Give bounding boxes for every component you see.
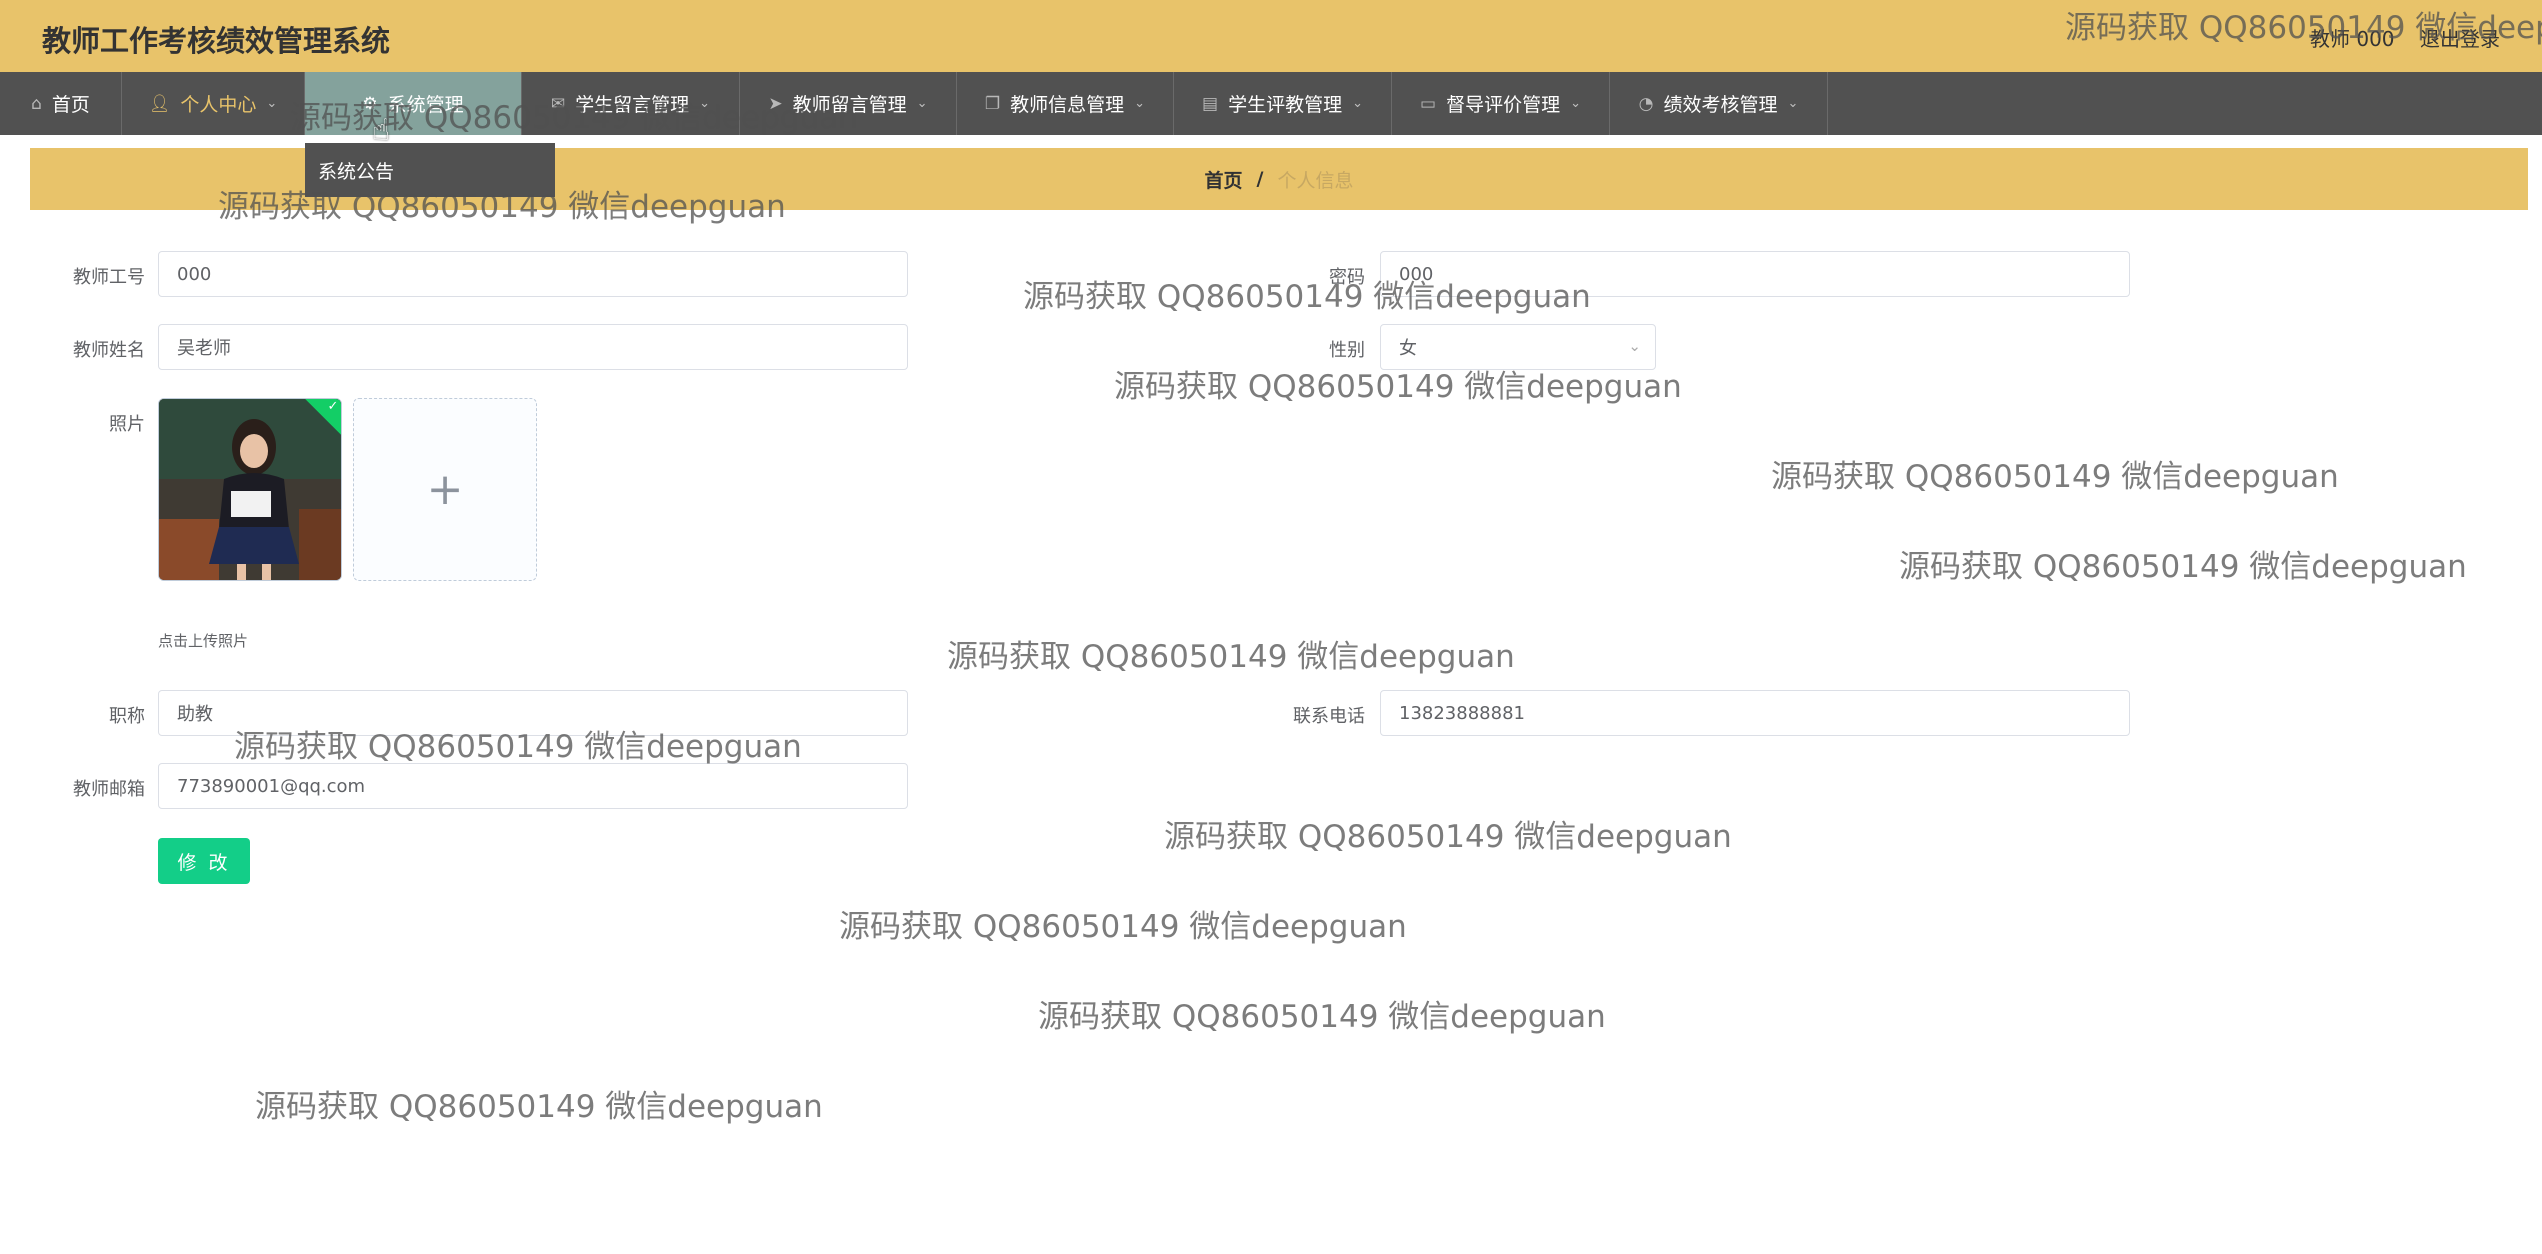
job-title-label: 职称 [109, 706, 145, 727]
nav-teacher-messages[interactable]: ➤ 教师留言管理 ⌄ [740, 72, 957, 135]
photo-upload-tip: 点击上传照片 [158, 632, 249, 650]
teacher-name-input[interactable]: 吴老师 [158, 324, 908, 370]
chevron-down-icon: ⌄ [1352, 96, 1363, 111]
nav-home-label: 首页 [51, 94, 90, 116]
password-label: 密码 [1329, 267, 1365, 288]
chevron-down-icon: ⌄ [266, 96, 278, 111]
nav-student-evaluation-label: 学生评教管理 [1228, 94, 1343, 116]
teacher-photo[interactable]: ✓ [158, 398, 342, 581]
app-title: 教师工作考核绩效管理系统 [42, 24, 391, 58]
clipboard-icon: ▤ [1202, 93, 1219, 114]
chevron-down-icon: ⌄ [916, 96, 928, 111]
nav-student-messages[interactable]: ✉ 学生留言管理 ⌄ [522, 72, 740, 135]
job-title-input[interactable]: 助教 [158, 690, 908, 736]
chevron-down-icon: ⌄ [1134, 96, 1146, 111]
gender-select-value: 女 [1399, 338, 1417, 359]
breadcrumb-home[interactable]: 首页 [1205, 166, 1243, 193]
nav-system-management-label: 系统管理 [387, 94, 464, 116]
password-input[interactable]: 000 [1380, 251, 2130, 297]
copy-icon: ❐ [984, 93, 1001, 114]
breadcrumb-separator: / [1256, 168, 1264, 190]
nav-supervisor-evaluation[interactable]: ▭ 督导评价管理 ⌄ [1392, 72, 1610, 135]
gear-icon: ⚙ [362, 93, 378, 114]
message-icon: ✉ [550, 93, 566, 114]
gender-label: 性别 [1329, 340, 1365, 361]
teacher-id-input[interactable]: 000 [158, 251, 908, 297]
nav-performance-assessment-label: 绩效考核管理 [1663, 94, 1778, 116]
gauge-icon: ◔ [1638, 93, 1654, 114]
phone-input[interactable]: 13823888881 [1380, 690, 2130, 736]
phone-label: 联系电话 [1293, 706, 1365, 727]
chevron-down-icon: ⌄ [699, 96, 711, 111]
nav-supervisor-evaluation-label: 督导评价管理 [1446, 94, 1561, 116]
send-icon: ➤ [768, 93, 783, 114]
nav-teacher-info-label: 教师信息管理 [1010, 94, 1125, 116]
nav-system-management[interactable]: ⚙ 系统管理 [305, 72, 522, 135]
mouse-cursor-icon: ☝ [372, 113, 391, 148]
dropdown-item-system-notice[interactable]: 系统公告 [318, 161, 394, 183]
monitor-icon: ▭ [1420, 93, 1437, 114]
top-header: 教师工作考核绩效管理系统 教师 000 退出登录 [0, 0, 2542, 72]
page: 教师工作考核绩效管理系统 教师 000 退出登录 ⌂ 首页 👤︎ 个人中心 ⌄ … [0, 0, 2542, 1254]
home-icon: ⌂ [31, 93, 42, 114]
watermark: 源码获取 QQ86050149 微信deepguan [255, 1089, 823, 1125]
system-management-dropdown: 系统公告 [305, 143, 555, 197]
nav-student-messages-label: 学生留言管理 [575, 94, 690, 116]
check-icon: ✓ [327, 398, 339, 414]
teacher-photo-image [159, 399, 341, 580]
nav-personal-center-label: 个人中心 [180, 94, 257, 116]
nav-student-evaluation[interactable]: ▤ 学生评教管理 ⌄ [1174, 72, 1392, 135]
logout-link[interactable]: 退出登录 [2420, 23, 2500, 52]
chevron-down-icon: ⌄ [1570, 96, 1581, 111]
nav-personal-center[interactable]: 👤︎ 个人中心 ⌄ [122, 72, 305, 135]
photo-upload-button[interactable]: + [353, 398, 537, 581]
plus-icon: + [426, 464, 464, 515]
breadcrumb-current: 个人信息 [1277, 169, 1354, 192]
photo-label: 照片 [109, 414, 145, 435]
chevron-down-icon: ⌄ [1787, 96, 1799, 111]
user-icon: 👤︎ [148, 93, 171, 114]
email-label: 教师邮箱 [73, 779, 145, 800]
current-user: 教师 000 [2310, 27, 2395, 51]
watermark: 源码获取 QQ86050149 微信deepguan [1038, 999, 1606, 1035]
modify-button[interactable]: 修 改 [158, 838, 250, 884]
nav-teacher-info[interactable]: ❐ 教师信息管理 ⌄ [957, 72, 1174, 135]
chevron-down-icon: ⌄ [1628, 337, 1641, 355]
gender-select[interactable]: 女 ⌄ [1380, 324, 1656, 370]
teacher-name-label: 教师姓名 [73, 340, 145, 361]
email-input[interactable]: 773890001@qq.com [158, 763, 908, 809]
nav-performance-assessment[interactable]: ◔ 绩效考核管理 ⌄ [1610, 72, 1828, 135]
nav-home[interactable]: ⌂ 首页 [0, 72, 122, 135]
nav-teacher-messages-label: 教师留言管理 [792, 94, 907, 116]
teacher-id-label: 教师工号 [73, 267, 145, 288]
